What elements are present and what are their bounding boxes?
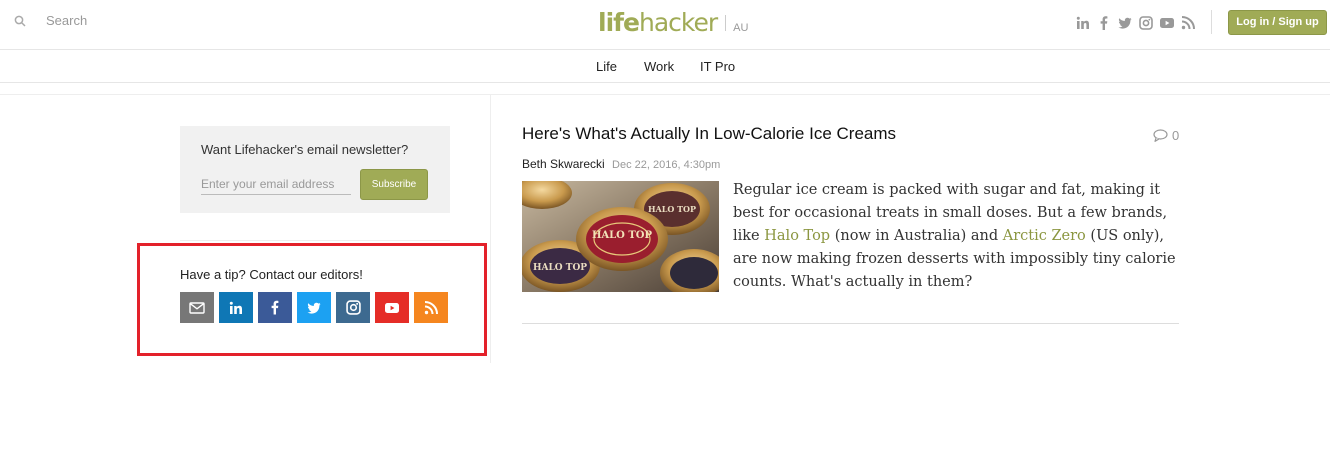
nav-item-work[interactable]: Work [644, 59, 674, 74]
facebook-icon[interactable] [258, 292, 292, 323]
rss-icon[interactable] [1181, 16, 1195, 30]
thumbnail-label: HALO TOP [592, 230, 653, 241]
newsletter-question: Want Lifehacker's email newsletter? [201, 142, 409, 157]
linkedin-icon[interactable] [1076, 16, 1090, 30]
article-thumbnail[interactable]: HALO TOP HALO TOP HALO TOP [522, 181, 719, 292]
sidebar-divider [490, 95, 491, 363]
youtube-icon[interactable] [375, 292, 409, 323]
nav-item-it-pro[interactable]: IT Pro [700, 59, 735, 74]
instagram-icon[interactable] [336, 292, 370, 323]
linkedin-icon[interactable] [219, 292, 253, 323]
header-social-links [1076, 16, 1195, 30]
main-nav: Life Work IT Pro [0, 50, 1330, 83]
rss-icon[interactable] [414, 292, 448, 323]
instagram-icon[interactable] [1139, 16, 1153, 30]
article-title[interactable]: Here's What's Actually In Low-Calorie Ic… [522, 124, 896, 144]
facebook-icon[interactable] [1097, 16, 1111, 30]
sidebar-separator [180, 240, 450, 241]
article-byline: Beth Skwarecki Dec 22, 2016, 4:30pm [522, 157, 720, 171]
contact-editors-links [180, 292, 448, 323]
email-field[interactable] [201, 174, 351, 195]
nav-item-life[interactable]: Life [596, 59, 617, 74]
logo-life: life [598, 8, 640, 37]
article-divider [522, 323, 1179, 324]
top-bar: lifehacker AU Log in / Sign up [0, 0, 1330, 50]
arctic-zero-link[interactable]: Arctic Zero [1003, 228, 1086, 244]
logo-divider [725, 15, 727, 31]
twitter-icon[interactable] [1118, 16, 1132, 30]
logo-hacker: hacker [638, 8, 718, 37]
search-box[interactable] [14, 13, 246, 28]
twitter-icon[interactable] [297, 292, 331, 323]
comment-icon [1153, 129, 1168, 142]
region-label: AU [733, 22, 749, 34]
email-icon[interactable] [180, 292, 214, 323]
search-icon[interactable] [14, 15, 26, 27]
youtube-icon[interactable] [1160, 16, 1174, 30]
thumbnail-label-2: HALO TOP [533, 263, 587, 273]
login-signup-button[interactable]: Log in / Sign up [1228, 10, 1327, 35]
site-logo[interactable]: life hacker AU [598, 8, 748, 37]
subscribe-button[interactable]: Subscribe [360, 169, 428, 200]
tip-heading: Have a tip? Contact our editors! [180, 267, 363, 282]
halo-top-link[interactable]: Halo Top [764, 228, 830, 244]
excerpt-part-2: (now in Australia) and [830, 228, 1003, 244]
comment-count: 0 [1172, 128, 1180, 143]
header-divider [1211, 10, 1212, 34]
author-name[interactable]: Beth Skwarecki [522, 157, 605, 171]
comment-count-link[interactable]: 0 [1153, 128, 1179, 143]
article-excerpt: Regular ice cream is packed with sugar a… [733, 179, 1183, 294]
publish-date: Dec 22, 2016, 4:30pm [612, 159, 721, 171]
search-input[interactable] [46, 13, 246, 28]
thumbnail-label-3: HALO TOP [648, 204, 696, 214]
nav-divider [0, 94, 1330, 95]
newsletter-box: Want Lifehacker's email newsletter? Subs… [180, 126, 450, 213]
